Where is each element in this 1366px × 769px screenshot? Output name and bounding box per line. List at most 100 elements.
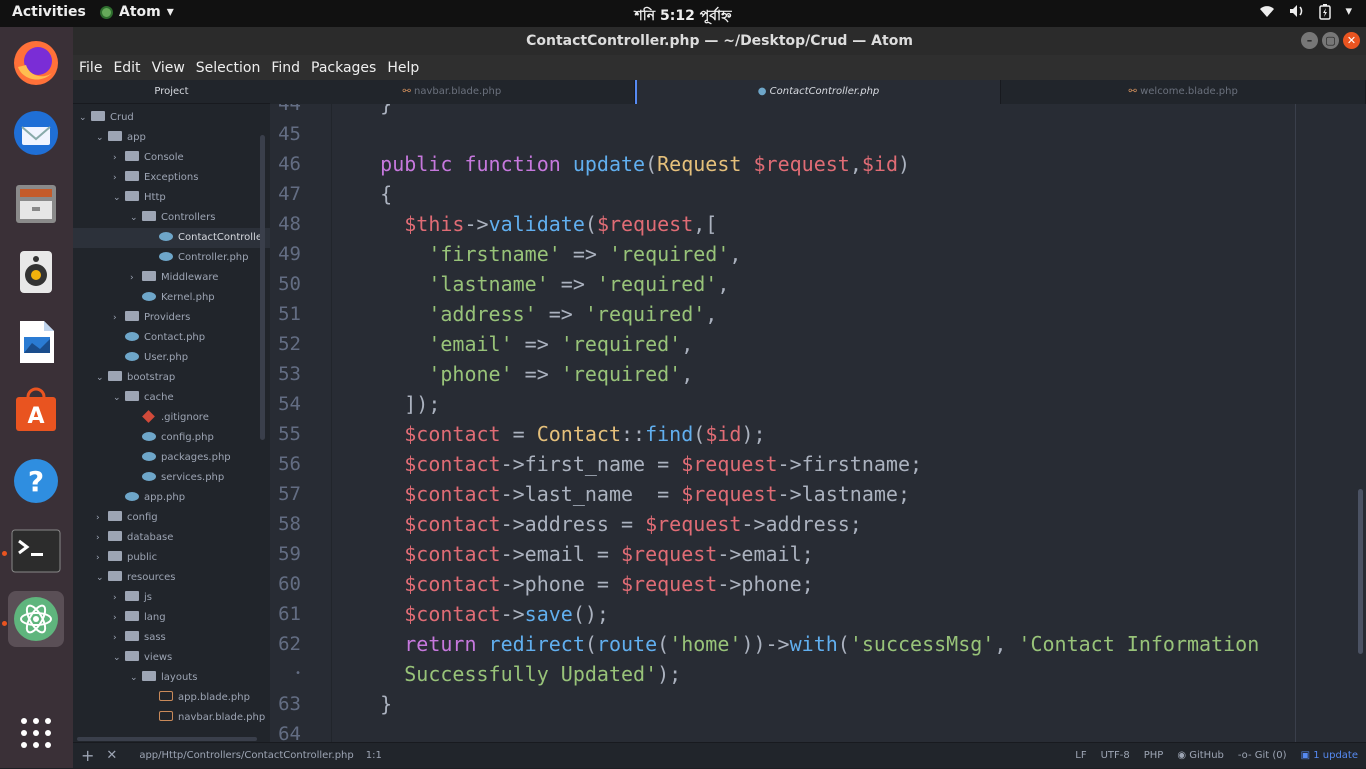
encoding[interactable]: UTF-8 (1101, 743, 1130, 769)
git-button[interactable]: -o- Git (0) (1238, 743, 1287, 769)
line-ending[interactable]: LF (1075, 743, 1086, 769)
tree-file[interactable]: packages.php (73, 448, 270, 468)
tree-folder[interactable]: ⌄ Http (73, 188, 270, 208)
tree-file[interactable]: app.blade.php (73, 688, 270, 708)
menu-file[interactable]: File (79, 60, 102, 76)
tree-file[interactable]: Controller.php (73, 248, 270, 268)
code-line[interactable]: } (332, 104, 392, 119)
code-line[interactable]: $contact->email = $request->email; (332, 539, 813, 569)
tree-folder[interactable]: › sass (73, 628, 270, 648)
line-number[interactable]: 62 (270, 629, 331, 659)
app-menu[interactable]: Atom ▾ (100, 4, 174, 20)
code-line[interactable]: 'email' => 'required', (332, 329, 693, 359)
window-titlebar[interactable]: ContactController.php — ~/Desktop/Crud —… (73, 27, 1366, 55)
code-editor[interactable]: 44 45 46 47 48 49 50 51 52 53 54 55 56 57 58 59 60 61 62 • 6… (270, 104, 1366, 742)
tree-horizontal-scrollbar[interactable] (77, 737, 257, 741)
code-line[interactable]: Successfully Updated'); (332, 659, 681, 689)
tree-folder[interactable]: ⌄ layouts (73, 668, 270, 688)
tree-file[interactable]: User.php (73, 348, 270, 368)
line-number[interactable]: 58 (270, 509, 331, 539)
tab-welcome-blade[interactable]: ⚯ welcome.blade.php (1001, 80, 1366, 104)
tree-folder[interactable]: › Console (73, 148, 270, 168)
activities-button[interactable]: Activities (12, 4, 86, 20)
line-number[interactable]: 51 (270, 299, 331, 329)
line-number[interactable]: 60 (270, 569, 331, 599)
tree-file[interactable]: Contact.php (73, 328, 270, 348)
code-line[interactable]: $contact->phone = $request->phone; (332, 569, 813, 599)
line-number[interactable]: 64 (270, 719, 331, 742)
tree-file[interactable]: Kernel.php (73, 288, 270, 308)
add-icon[interactable]: + (81, 743, 94, 769)
line-number[interactable]: 57 (270, 479, 331, 509)
code-line[interactable]: $contact->last_name = $request->lastname… (332, 479, 910, 509)
tab-navbar-blade[interactable]: ⚯ navbar.blade.php (270, 80, 635, 104)
tree-header[interactable]: Project (73, 80, 270, 104)
libreoffice-writer-icon[interactable] (8, 313, 64, 369)
line-number[interactable]: 45 (270, 119, 331, 149)
line-number[interactable]: 50 (270, 269, 331, 299)
code-line[interactable]: $contact = Contact::find($id); (332, 419, 765, 449)
line-number[interactable]: 46 (270, 149, 331, 179)
editor-scrollbar[interactable] (1358, 489, 1363, 654)
tree-folder[interactable]: ⌄ Controllers (73, 208, 270, 228)
tree-folder[interactable]: ⌄ resources (73, 568, 270, 588)
grammar[interactable]: PHP (1144, 743, 1164, 769)
line-number[interactable]: • (270, 659, 331, 689)
volume-icon[interactable] (1289, 4, 1305, 24)
tree-folder[interactable]: ⌄ cache (73, 388, 270, 408)
terminal-icon[interactable] (8, 523, 64, 579)
show-apps-icon[interactable] (8, 705, 64, 761)
battery-icon[interactable] (1319, 4, 1332, 24)
tree-file[interactable]: .gitignore (73, 408, 270, 428)
line-number-gutter[interactable]: 44 45 46 47 48 49 50 51 52 53 54 55 56 57 58 59 60 61 62 • 6… (270, 104, 332, 742)
line-number[interactable]: 61 (270, 599, 331, 629)
code-line[interactable]: 'phone' => 'required', (332, 359, 693, 389)
line-number[interactable]: 52 (270, 329, 331, 359)
tree-folder[interactable]: › lang (73, 608, 270, 628)
rhythmbox-icon[interactable] (8, 243, 64, 299)
code-line[interactable]: public function update(Request $request,… (332, 149, 910, 179)
firefox-icon[interactable] (8, 35, 64, 91)
help-icon[interactable]: ? (8, 453, 64, 509)
line-number[interactable]: 44 (270, 104, 331, 119)
cursor-position[interactable]: 1:1 (366, 743, 382, 769)
clock[interactable]: শনি 5:12 পূর্বাহ্ন (0, 4, 1366, 28)
menu-selection[interactable]: Selection (196, 60, 261, 76)
tree-folder[interactable]: › Exceptions (73, 168, 270, 188)
line-number[interactable]: 48 (270, 209, 331, 239)
line-number[interactable]: 55 (270, 419, 331, 449)
code-line[interactable]: $contact->save(); (332, 599, 609, 629)
tree-folder[interactable]: › js (73, 588, 270, 608)
code-line[interactable]: $this->validate($request,[ (332, 209, 717, 239)
tree-folder[interactable]: › Middleware (73, 268, 270, 288)
menu-find[interactable]: Find (271, 60, 300, 76)
maximize-icon[interactable]: ▢ (1322, 32, 1339, 49)
line-number[interactable]: 47 (270, 179, 331, 209)
tree-file[interactable]: navbar.blade.php (73, 708, 270, 728)
atom-icon[interactable] (8, 591, 64, 647)
close-icon[interactable]: ✕ (1343, 32, 1360, 49)
minimize-icon[interactable]: – (1301, 32, 1318, 49)
code-line[interactable]: $contact->first_name = $request->firstna… (332, 449, 922, 479)
thunderbird-icon[interactable] (8, 105, 64, 161)
code-line[interactable]: 'address' => 'required', (332, 299, 717, 329)
code-line[interactable]: } (332, 689, 392, 719)
tree-folder[interactable]: › Providers (73, 308, 270, 328)
line-number[interactable]: 53 (270, 359, 331, 389)
tree-folder[interactable]: › config (73, 508, 270, 528)
files-icon[interactable] (8, 175, 64, 231)
tree-file[interactable]: app.php (73, 488, 270, 508)
code-line[interactable]: return redirect(route('home'))->with('su… (332, 629, 1259, 659)
updates-button[interactable]: ▣ 1 update (1301, 743, 1358, 769)
menu-packages[interactable]: Packages (311, 60, 376, 76)
software-icon[interactable]: A (8, 383, 64, 439)
code-line[interactable]: ]); (332, 389, 440, 419)
system-tray[interactable]: ▾ (1259, 4, 1352, 24)
line-number[interactable]: 63 (270, 689, 331, 719)
power-menu-icon[interactable]: ▾ (1345, 4, 1352, 24)
line-number[interactable]: 54 (270, 389, 331, 419)
tree-folder[interactable]: ⌄ bootstrap (73, 368, 270, 388)
line-number[interactable]: 56 (270, 449, 331, 479)
tree-file[interactable]: ContactControlle (73, 228, 270, 248)
file-path[interactable]: app/Http/Controllers/ContactController.p… (139, 743, 353, 769)
